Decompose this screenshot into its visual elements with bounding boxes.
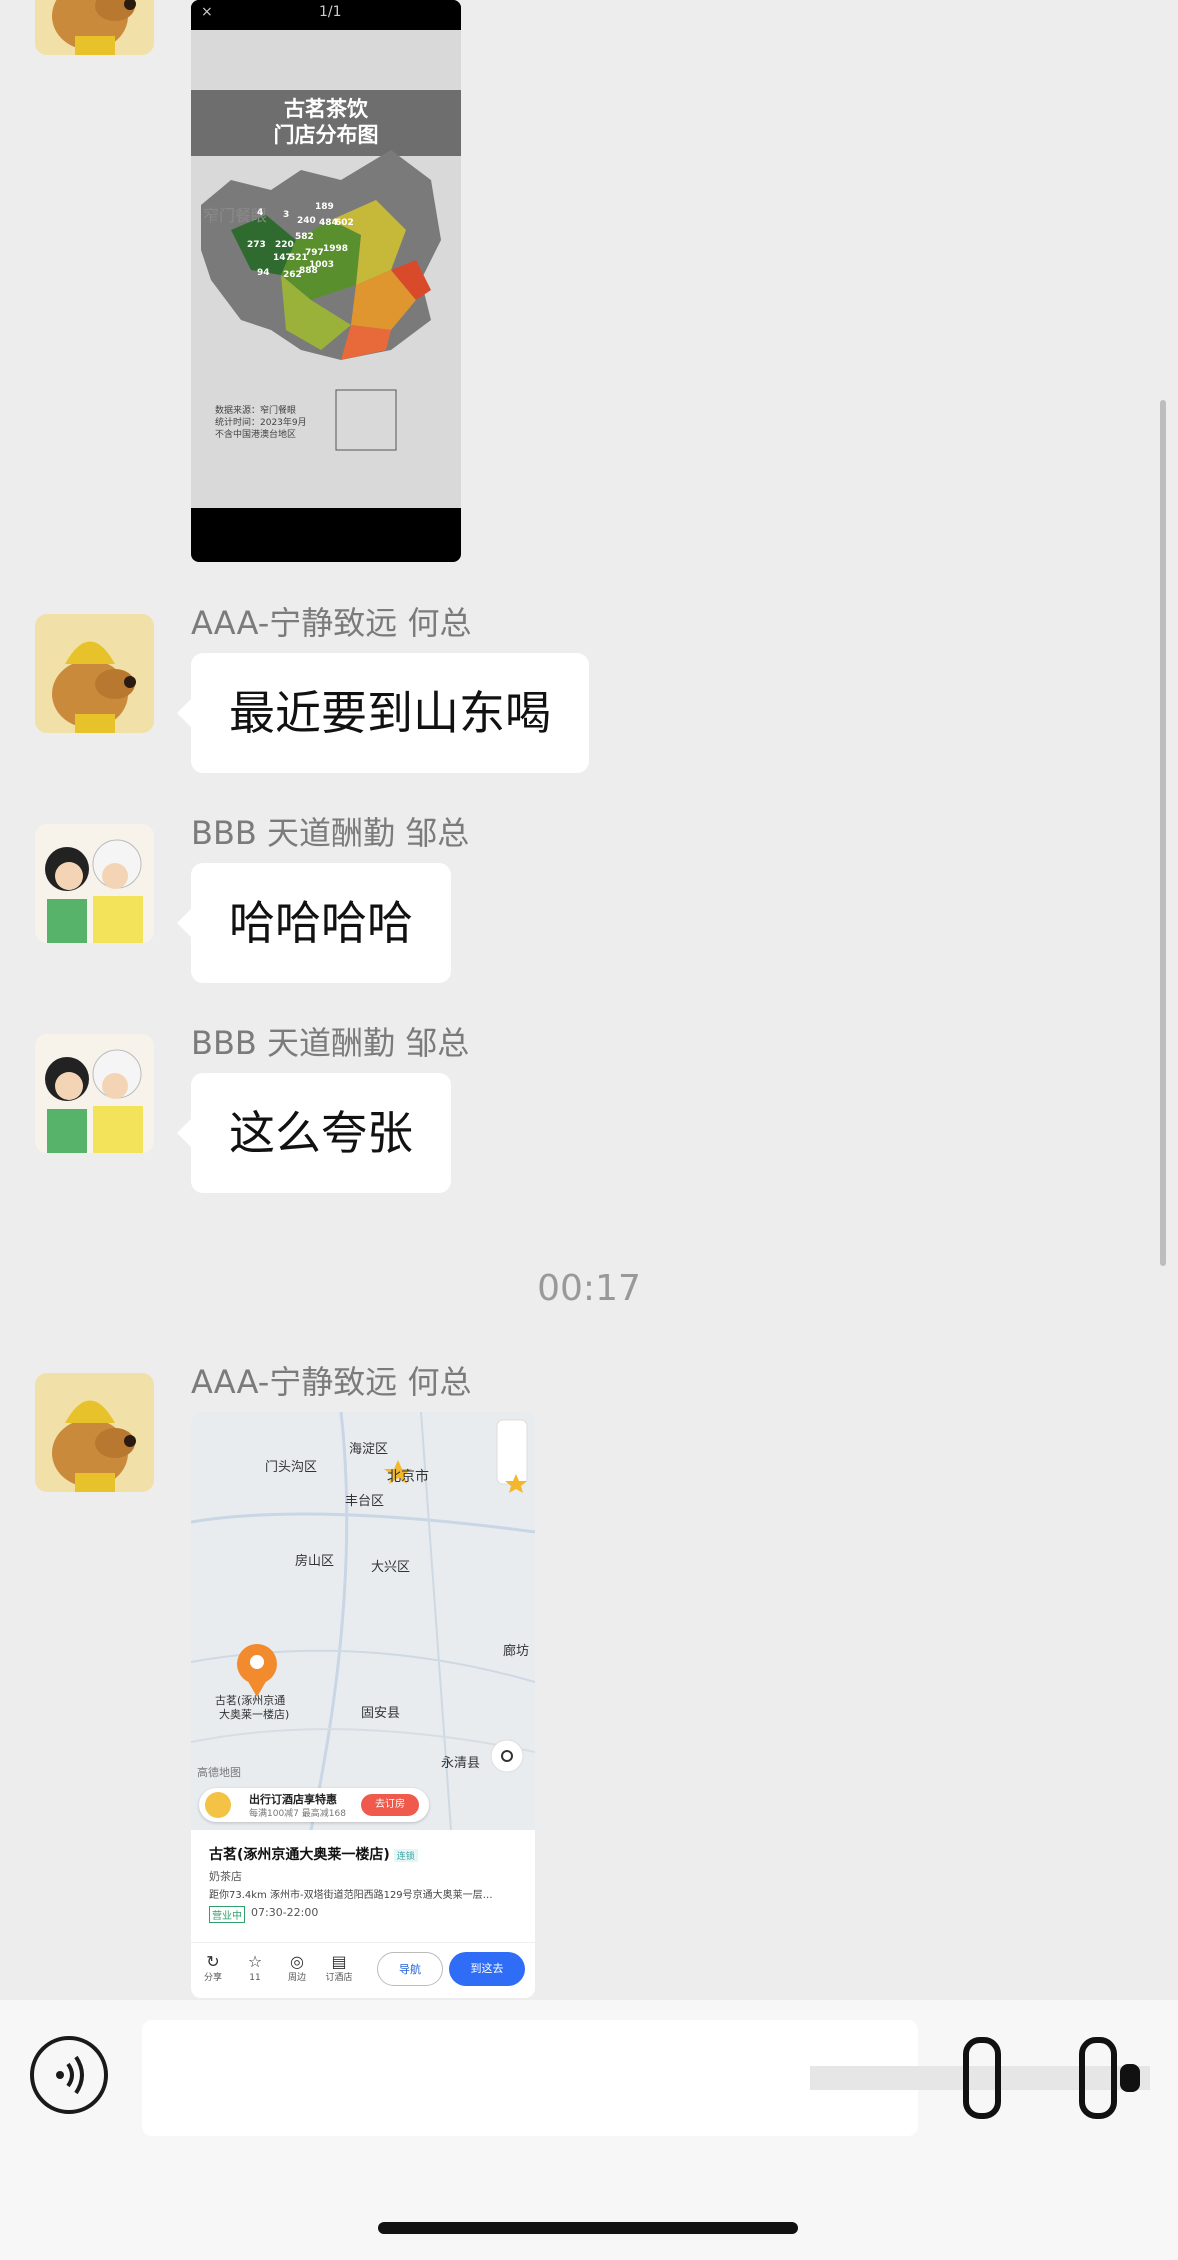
map-label: 北京市 xyxy=(387,1469,429,1485)
nearby-tool[interactable]: ◎ 周边 xyxy=(277,1952,317,1984)
map-number: 602 xyxy=(335,218,354,228)
tool-label: 分享 xyxy=(203,1973,222,1983)
shop-name-text: 古茗(涿州京通大奥莱一楼店) xyxy=(209,1847,390,1863)
hotel-icon: ▤ xyxy=(331,1952,347,1971)
map-number: 1998 xyxy=(323,244,349,254)
message-input[interactable] xyxy=(142,2020,918,2136)
shop-category: 奶茶店 xyxy=(209,1870,242,1883)
map-number: 4 xyxy=(257,208,264,218)
sender-name: BBB 天道酬勤 邹总 xyxy=(191,814,470,852)
close-icon[interactable]: × xyxy=(201,4,213,20)
book-hotel-tool[interactable]: ▤ 订酒店 xyxy=(319,1952,359,1984)
map-label: 房山区 xyxy=(295,1554,335,1569)
navigate-button[interactable]: 导航 xyxy=(377,1952,443,1986)
map-label: 固安县 xyxy=(361,1706,401,1721)
chat-timestamp: 00:17 xyxy=(537,1268,641,1309)
promo-title: 出行订酒店享特惠 xyxy=(249,1793,337,1806)
shop-hours: 07:30-22:00 xyxy=(251,1906,319,1919)
favorite-tool[interactable]: ☆ 11 xyxy=(235,1952,275,1984)
sender-name: AAA-宁静致远 何总 xyxy=(191,604,472,642)
message-bubble[interactable]: 哈哈哈哈 xyxy=(177,863,451,983)
image-toolbar: × 1/1 xyxy=(191,0,461,30)
avatar-aaa[interactable] xyxy=(35,614,154,733)
chain-badge: 连锁 xyxy=(393,1849,418,1862)
map-provider-logo: 高德地图 xyxy=(197,1766,241,1779)
hotel-promo[interactable]: 出行订酒店享特惠 每满100减7 最高减168 去订房 xyxy=(199,1788,429,1822)
message-bubble[interactable]: 最近要到山东喝 xyxy=(177,653,589,773)
map-label: 丰台区 xyxy=(345,1494,385,1509)
compass-icon: ◎ xyxy=(290,1952,304,1971)
image-time-note: 统计时间：2023年9月 xyxy=(215,418,307,428)
avatar-bbb[interactable] xyxy=(35,824,154,943)
map-number: 273 xyxy=(247,240,266,250)
promo-icon xyxy=(205,1792,231,1818)
map-number: 797 xyxy=(305,248,324,258)
voice-input-button[interactable] xyxy=(30,2036,108,2114)
open-status-badge: 营业中 xyxy=(209,1906,245,1923)
store-distribution-image: 古茗茶饮 门店分布图 窄门餐眼 4 3 240 189 273 220 582 … xyxy=(191,30,461,508)
map-label: 门头沟区 xyxy=(265,1460,318,1475)
map-roads-graphic xyxy=(191,1412,535,1830)
go-here-button[interactable]: 到这去 xyxy=(449,1952,525,1986)
location-card[interactable]: 海淀区 北京市 门头沟区 丰台区 房山区 大兴区 廊坊 固安县 永清县 古茗(涿… xyxy=(191,1412,535,1998)
home-indicator[interactable] xyxy=(378,2222,798,2234)
avatar-bbb[interactable] xyxy=(35,1034,154,1153)
share-icon: ↻ xyxy=(206,1952,220,1971)
tool-label: 11 xyxy=(249,1973,261,1983)
map-label: 廊坊 xyxy=(503,1644,530,1659)
map-number: 220 xyxy=(275,240,294,250)
sender-name: AAA-宁静致远 何总 xyxy=(191,1363,472,1401)
message-bubble[interactable]: 这么夸张 xyxy=(177,1073,451,1193)
map-number: 3 xyxy=(283,210,290,220)
map-number: 582 xyxy=(295,232,314,242)
shared-image-card[interactable]: × 1/1 古茗茶饮 门店分布图 窄门餐眼 4 3 240 189 273 22… xyxy=(191,0,461,562)
emoji-and-more-icons[interactable] xyxy=(810,2036,1150,2120)
scrollbar[interactable] xyxy=(1160,400,1166,1266)
book-hotel-button[interactable]: 去订房 xyxy=(361,1794,419,1816)
card-divider xyxy=(191,1942,535,1943)
avatar-aaa[interactable] xyxy=(35,1373,154,1492)
map-label: 大兴区 xyxy=(371,1560,411,1575)
map-number: 240 xyxy=(297,216,316,226)
sender-name: BBB 天道酬勤 邹总 xyxy=(191,1024,470,1062)
image-source-note: 数据来源：窄门餐眼 xyxy=(215,406,297,416)
map-number: 94 xyxy=(257,268,270,278)
star-icon: ☆ xyxy=(247,1952,263,1971)
promo-subtitle: 每满100减7 最高减168 xyxy=(249,1809,346,1819)
map-number: 189 xyxy=(315,202,334,212)
share-tool[interactable]: ↻ 分享 xyxy=(193,1952,233,1984)
image-counter: 1/1 xyxy=(319,4,342,20)
pin-label: 大奥莱一楼店) xyxy=(219,1708,290,1721)
map-label: 永清县 xyxy=(441,1756,481,1771)
map-number: 888 xyxy=(299,266,318,276)
tool-label: 订酒店 xyxy=(325,1973,353,1983)
shop-address: 距你73.4km 涿州市-双塔街道范阳西路129号京通大奥莱一层… xyxy=(209,1890,493,1901)
tool-label: 周边 xyxy=(287,1973,306,1983)
image-exclusion-note: 不含中国港澳台地区 xyxy=(215,430,297,440)
avatar-aaa[interactable] xyxy=(35,0,154,55)
shop-name: 古茗(涿州京通大奥莱一楼店) 连锁 xyxy=(209,1844,418,1864)
map-label: 海淀区 xyxy=(349,1442,389,1457)
voice-icon xyxy=(56,2055,84,2095)
map-view[interactable]: 海淀区 北京市 门头沟区 丰台区 房山区 大兴区 廊坊 固安县 永清县 古茗(涿… xyxy=(191,1412,535,1830)
